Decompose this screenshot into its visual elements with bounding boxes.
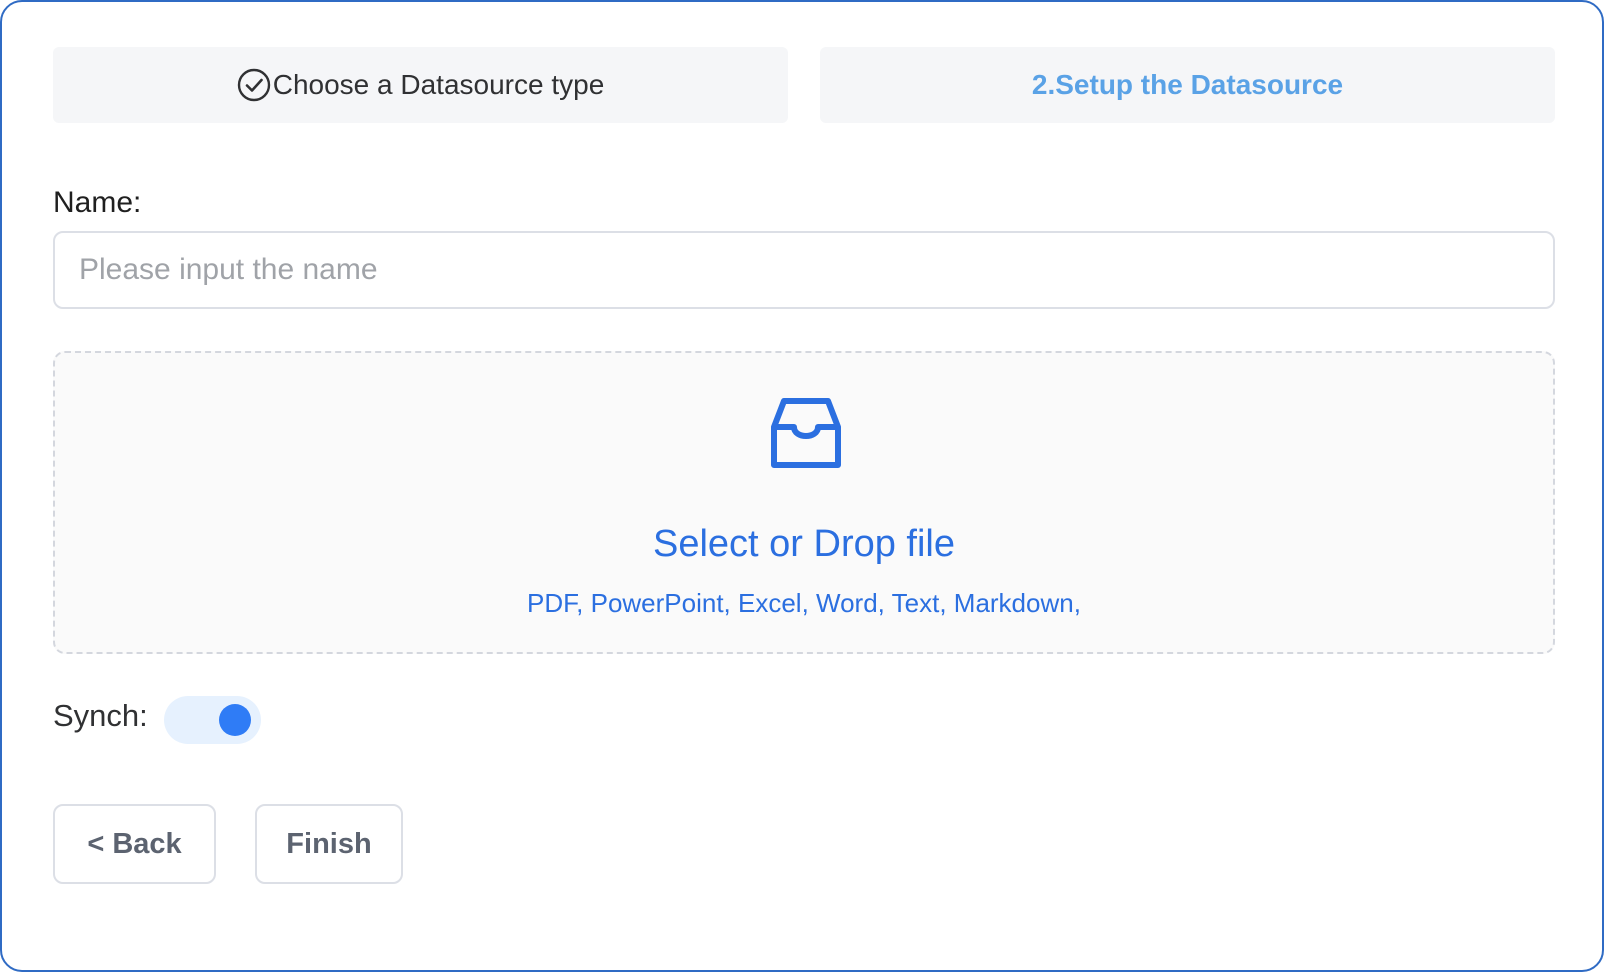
dropzone-title: Select or Drop file [652,523,955,565]
step-choose-type[interactable]: Choose a Datasource type [53,47,788,123]
step-setup-datasource[interactable]: 2.Setup the Datasource [820,47,1555,123]
steps-bar: Choose a Datasource type 2.Setup the Dat… [53,47,1555,123]
name-input[interactable] [53,231,1555,309]
synch-toggle[interactable] [164,696,261,744]
finish-button[interactable]: Finish [255,804,403,884]
dropzone-file-types: PDF, PowerPoint, Excel, Word, Text, Mark… [527,588,1081,618]
file-dropzone[interactable]: Select or Drop file PDF, PowerPoint, Exc… [53,351,1555,654]
inbox-icon [770,395,842,471]
check-circle-icon [237,68,271,102]
name-label: Name: [53,186,142,219]
back-button[interactable]: < Back [53,804,216,884]
step-label: Choose a Datasource type [272,69,605,100]
synch-label: Synch: [53,698,148,733]
datasource-dialog: Choose a Datasource type 2.Setup the Dat… [0,0,1604,972]
toggle-knob [219,704,251,736]
step-label: 2.Setup the Datasource [1031,69,1344,100]
